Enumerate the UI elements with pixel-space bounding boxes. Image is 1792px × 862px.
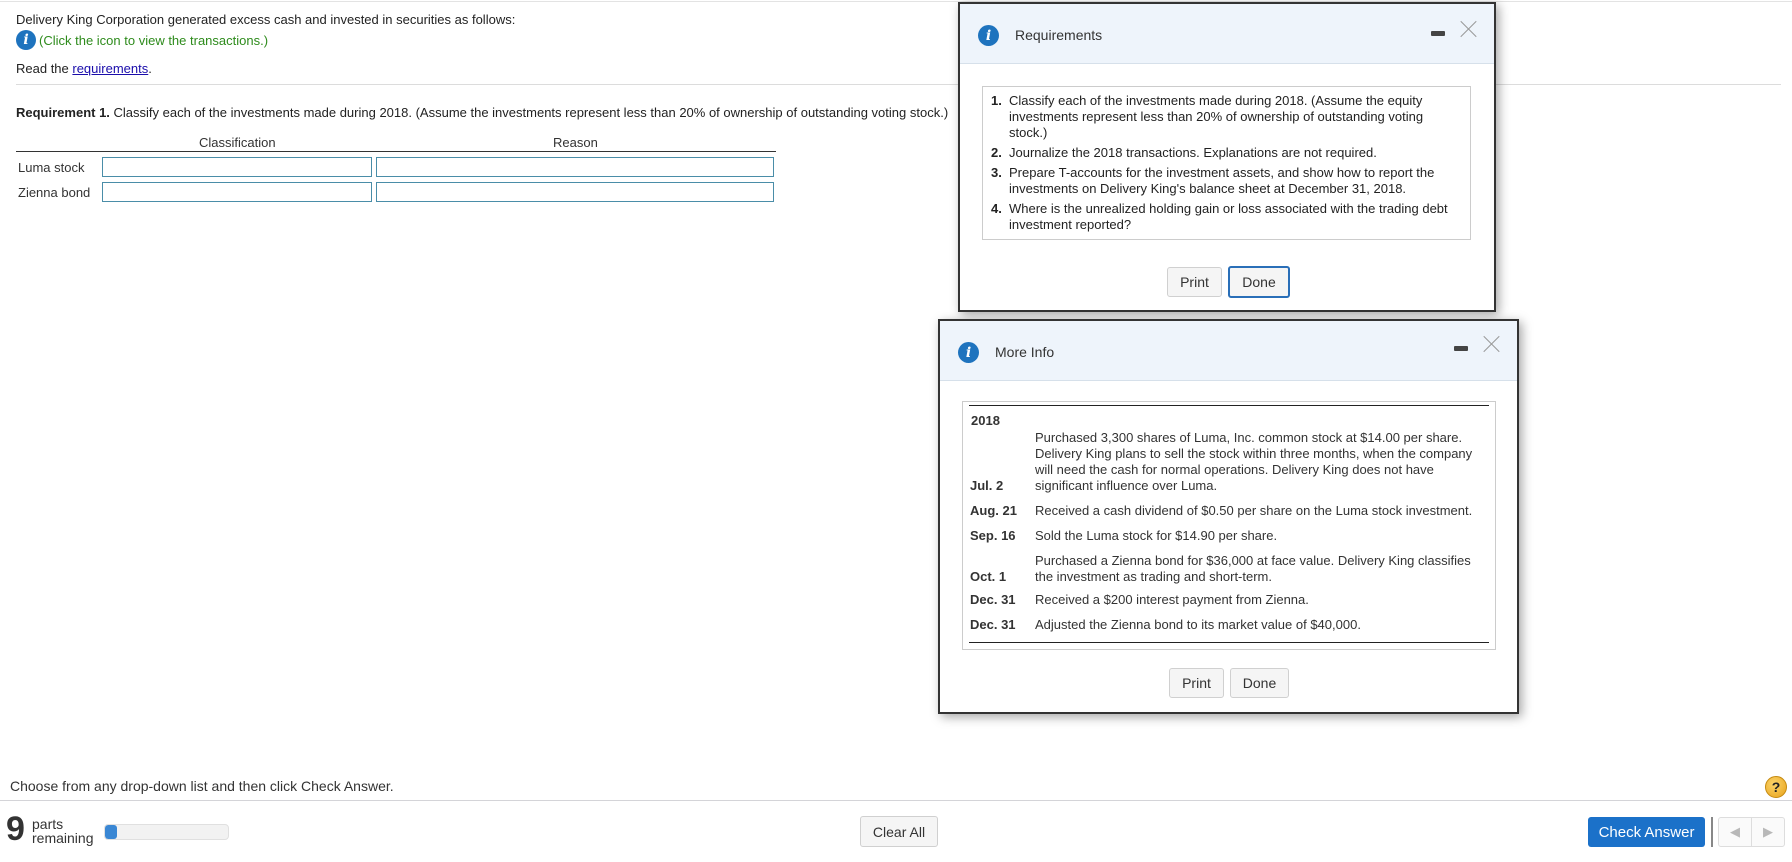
transaction-description: Purchased a Zienna bond for $36,000 at f… (1035, 553, 1471, 584)
requirement-text: Where is the unrealized holding gain or … (1009, 201, 1448, 232)
requirements-dialog: i Requirements 1. Classify each of the in… (958, 2, 1496, 312)
transaction-row: Jul. 2 Purchased 3,300 shares of Luma, In… (969, 430, 1489, 494)
transaction-description: Received a cash dividend of $0.50 per sh… (1035, 503, 1473, 518)
requirement-text: Journalize the 2018 transactions. Explan… (1009, 145, 1377, 160)
zienna-reason-dropdown[interactable] (376, 182, 774, 202)
check-answer-button[interactable]: Check Answer (1588, 817, 1705, 847)
footer-divider (0, 800, 1792, 801)
requirement-number: 3. (991, 165, 1002, 180)
read-suffix: . (148, 61, 152, 76)
luma-reason-dropdown[interactable] (376, 157, 774, 177)
transaction-row: Aug. 21 Received a cash dividend of $0.50… (969, 503, 1489, 519)
requirement-text: Prepare T-accounts for the investment as… (1009, 165, 1435, 196)
requirement-number: 1. (991, 93, 1002, 108)
progress-bar (104, 824, 229, 840)
transaction-date: Jul. 2 (970, 478, 1004, 493)
requirement-text: Classify each of the investments made du… (1009, 93, 1424, 140)
transaction-description: Received a $200 interest payment from Zi… (1035, 592, 1309, 607)
transaction-date: Dec. 31 (970, 592, 1016, 607)
transaction-date: Sep. 16 (970, 528, 1016, 543)
requirement-label: Requirement 1. (16, 105, 110, 120)
top-rule (969, 405, 1489, 407)
transaction-row: Oct. 1 Purchased a Zienna bond for $36,00… (969, 553, 1489, 585)
row-label-zienna-bond: Zienna bond (18, 185, 91, 200)
row-label-luma-stock: Luma stock (18, 160, 85, 175)
done-button[interactable]: Done (1230, 668, 1289, 698)
print-button[interactable]: Print (1169, 668, 1224, 698)
transaction-row: Sep. 16 Sold the Luma stock for $14.90 pe… (969, 528, 1489, 544)
requirement-item: 3. Prepare T-accounts for the investment … (991, 165, 1460, 197)
transactions-hint: (Click the icon to view the transactions… (39, 32, 269, 48)
more-info-dialog: i More Info 2018 Jul. 2 Purchased 3,300 s… (938, 319, 1519, 714)
info-icon: i (958, 342, 979, 363)
next-arrow-icon[interactable]: ▶ (1752, 818, 1784, 846)
transaction-row: Dec. 31 Received a $200 interest payment … (969, 592, 1489, 608)
parts-remaining-count: 9 (6, 810, 25, 848)
done-button[interactable]: Done (1228, 266, 1290, 298)
clear-all-button[interactable]: Clear All (860, 816, 938, 847)
info-icon: i (978, 25, 999, 46)
header-reason: Reason (553, 135, 598, 150)
parts-label-line-2: remaining (32, 830, 94, 846)
minimize-icon[interactable] (1431, 31, 1445, 36)
transaction-row: Dec. 31 Adjusted the Zienna bond to its m… (969, 617, 1489, 633)
read-requirements: Read the requirements. (16, 61, 152, 76)
more-info-dialog-header[interactable]: i More Info (940, 321, 1517, 381)
bottom-rule (969, 642, 1489, 643)
requirement-item: 4. Where is the unrealized holding gain o… (991, 201, 1460, 233)
requirements-link[interactable]: requirements (72, 61, 148, 76)
requirement-1-text: Requirement 1. Classify each of the inve… (16, 105, 948, 120)
transaction-description: Purchased 3,300 shares of Luma, Inc. com… (1035, 430, 1473, 493)
parts-label-line-1: parts (32, 816, 64, 832)
requirement-item: 2. Journalize the 2018 transactions. Expl… (991, 145, 1460, 161)
transactions-box: 2018 Jul. 2 Purchased 3,300 shares of Lum… (962, 401, 1496, 650)
nav-separator (1711, 817, 1713, 847)
transaction-date: Dec. 31 (970, 617, 1016, 632)
instruction-hint: Choose from any drop-down list and then … (10, 778, 394, 794)
transaction-date: Aug. 21 (970, 503, 1017, 518)
info-icon[interactable]: i (16, 30, 36, 50)
close-icon[interactable] (1483, 335, 1501, 353)
transactions-year: 2018 (971, 413, 1000, 428)
luma-classification-dropdown[interactable] (102, 157, 372, 177)
transactions-hint-row: i (Click the icon to view the transactio… (16, 30, 268, 50)
table-row: Zienna bond (16, 180, 776, 205)
header-classification: Classification (199, 135, 276, 150)
transaction-description: Sold the Luma stock for $14.90 per share… (1035, 528, 1278, 543)
read-prefix: Read the (16, 61, 73, 76)
close-icon[interactable] (1460, 20, 1478, 38)
requirements-dialog-title: Requirements (1015, 27, 1103, 43)
requirements-dialog-header[interactable]: i Requirements (960, 4, 1494, 64)
progress-fill (105, 825, 118, 839)
table-row: Luma stock (16, 155, 776, 180)
classification-table: Classification Reason Luma stock Zienna … (16, 134, 776, 205)
previous-arrow-icon[interactable]: ◀ (1719, 818, 1752, 846)
zienna-classification-dropdown[interactable] (102, 182, 372, 202)
requirement-item: 1. Classify each of the investments made … (991, 93, 1460, 141)
question-navigation: ◀ ▶ (1718, 817, 1785, 847)
help-icon[interactable]: ? (1765, 776, 1787, 798)
table-header: Classification Reason (16, 134, 776, 152)
section-divider (16, 84, 1781, 85)
parts-remaining-label: parts remaining (32, 817, 93, 845)
requirements-list-box: 1. Classify each of the investments made … (982, 86, 1471, 240)
minimize-icon[interactable] (1454, 346, 1468, 351)
top-divider (0, 1, 1792, 2)
print-button[interactable]: Print (1167, 267, 1222, 297)
problem-intro: Delivery King Corporation generated exce… (16, 12, 516, 27)
requirement-number: 2. (991, 145, 1002, 160)
requirements-list: 1. Classify each of the investments made … (991, 93, 1460, 233)
transaction-description: Adjusted the Zienna bond to its market v… (1035, 617, 1361, 632)
requirement-number: 4. (991, 201, 1002, 216)
transaction-date: Oct. 1 (970, 569, 1007, 584)
requirement-body: Classify each of the investments made du… (109, 105, 949, 120)
more-info-dialog-title: More Info (995, 344, 1055, 360)
